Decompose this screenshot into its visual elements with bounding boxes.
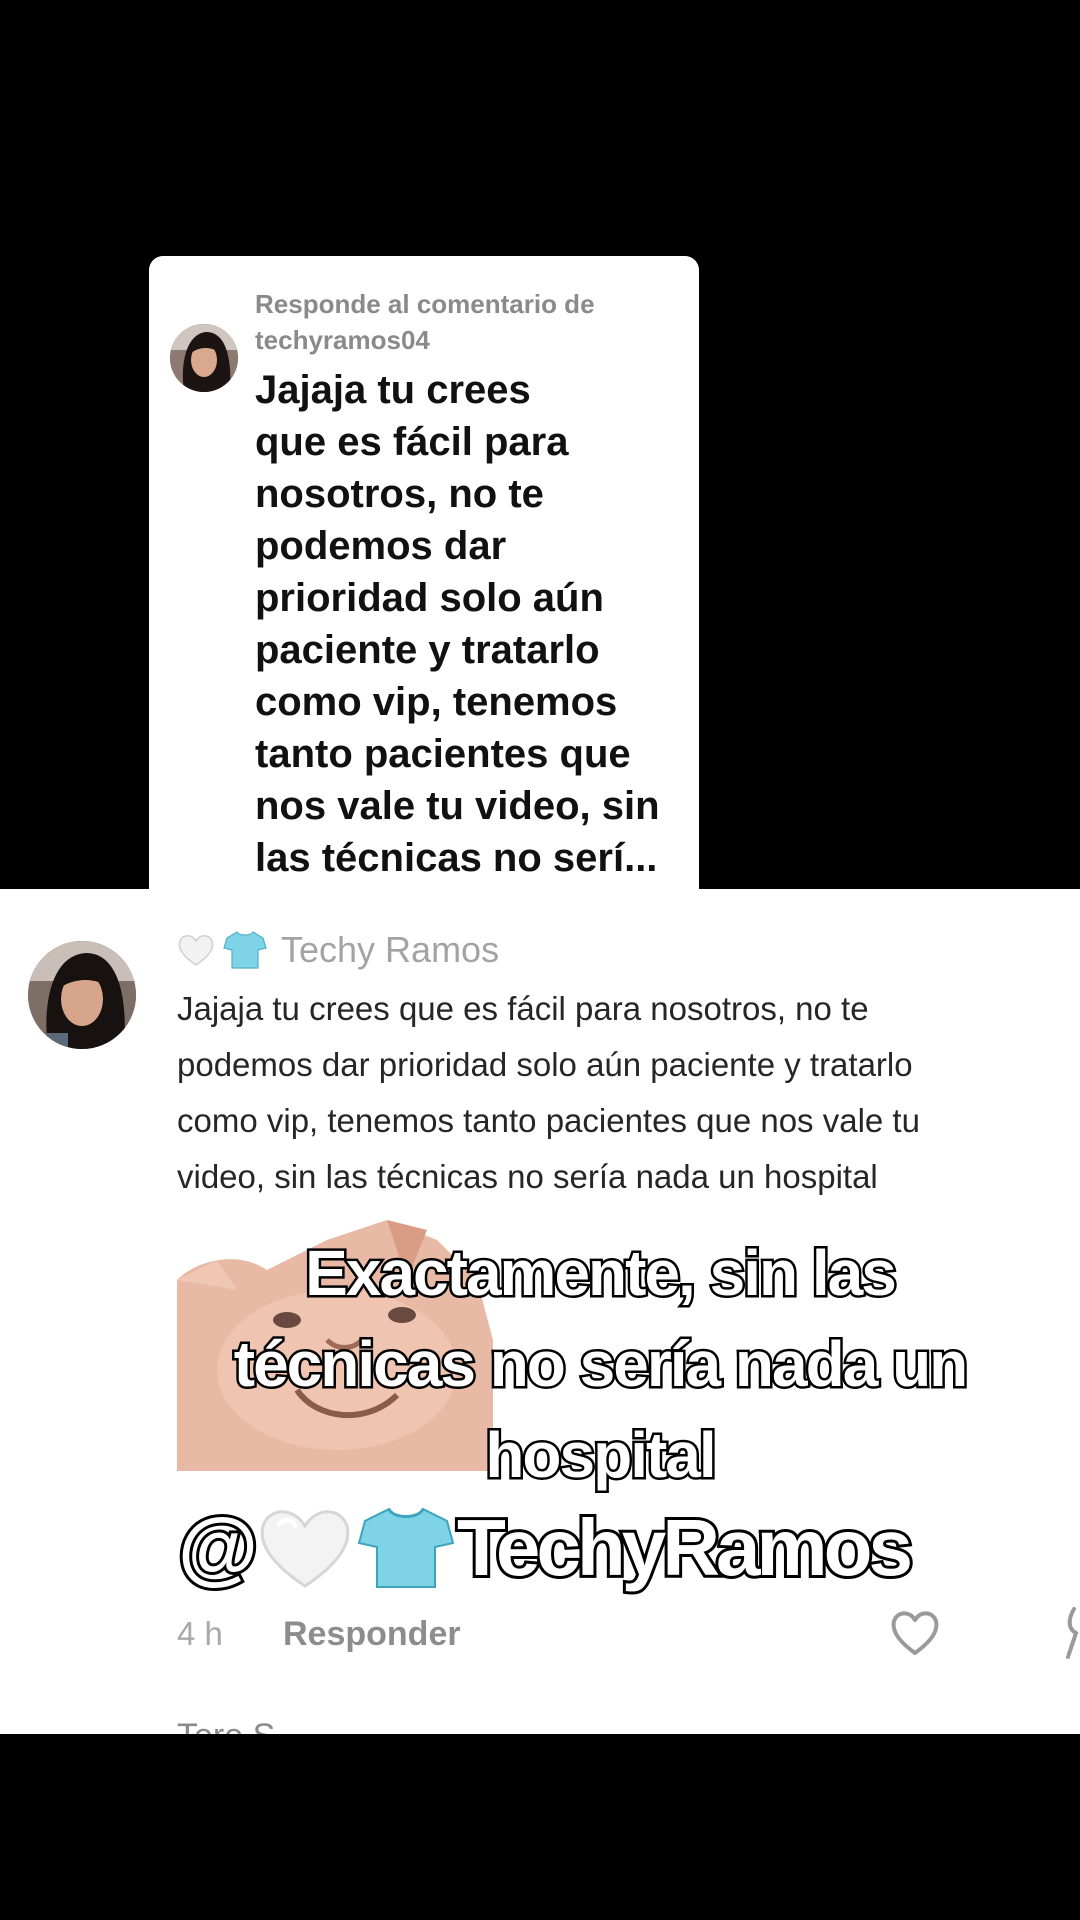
- reply-body-line: tanto pacientes que: [255, 732, 631, 776]
- comment-text-line: video, sin las técnicas no sería nada un…: [177, 1158, 878, 1195]
- caption-line: hospital: [483, 1417, 719, 1494]
- white-heart-icon: [177, 933, 215, 967]
- avatar[interactable]: [170, 324, 238, 392]
- caption-line: Exactamente, sin las: [303, 1235, 900, 1312]
- reply-body-text: Jajaja tu crees que es fácil para nosotr…: [255, 364, 680, 884]
- comment-avatar[interactable]: [28, 941, 136, 1049]
- comment-text-line: Jajaja tu crees que es fácil para nosotr…: [177, 990, 869, 1027]
- comment-text: Jajaja tu crees que es fácil para nosotr…: [177, 981, 1057, 1205]
- white-heart-icon: [257, 1506, 353, 1590]
- reply-button[interactable]: Responder: [283, 1615, 461, 1654]
- comment-username[interactable]: Techy Ramos: [281, 929, 499, 971]
- reply-body-line: paciente y tratarlo: [255, 628, 600, 672]
- t-shirt-icon: [223, 930, 267, 970]
- reply-header-label: Responde al comentario de: [255, 289, 595, 319]
- comment-text-line: podemos dar prioridad solo aún paciente …: [177, 1046, 913, 1083]
- next-comment-username[interactable]: Tere S: [177, 1717, 275, 1734]
- reply-header-username[interactable]: techyramos04: [255, 322, 685, 358]
- comment-footer: 4 h Responder: [177, 1611, 461, 1657]
- caption-line: técnicas no sería nada un: [231, 1326, 971, 1403]
- reply-body-line: Jajaja tu crees: [255, 368, 531, 412]
- reply-body-line: las técnicas no serí...: [255, 836, 658, 880]
- reply-body-line: podemos dar: [255, 524, 507, 568]
- caption-mention[interactable]: @ TechyRamos: [175, 1499, 916, 1596]
- video-caption: Exactamente, sin las técnicas no sería n…: [200, 1228, 1000, 1501]
- reply-body-line: prioridad solo aún: [255, 576, 604, 620]
- reply-body-line: nos vale tu video, sin: [255, 784, 660, 828]
- dislike-icon[interactable]: [1064, 1605, 1080, 1661]
- mention-at-sign: @: [175, 1499, 261, 1596]
- comment-time: 4 h: [177, 1615, 223, 1652]
- t-shirt-icon: [357, 1505, 455, 1591]
- reply-body-line: que es fácil para: [255, 420, 569, 464]
- heart-like-icon[interactable]: [889, 1608, 941, 1658]
- reply-header: Responde al comentario de techyramos04: [255, 286, 685, 358]
- reply-body-line: como vip, tenemos: [255, 680, 618, 724]
- comment-text-line: como vip, tenemos tanto pacientes que no…: [177, 1102, 920, 1139]
- reply-comment-card: Responde al comentario de techyramos04 J…: [149, 256, 699, 890]
- mention-username: TechyRamos: [454, 1500, 916, 1595]
- comment-header: Techy Ramos: [177, 925, 499, 975]
- reply-body-line: nosotros, no te: [255, 472, 544, 516]
